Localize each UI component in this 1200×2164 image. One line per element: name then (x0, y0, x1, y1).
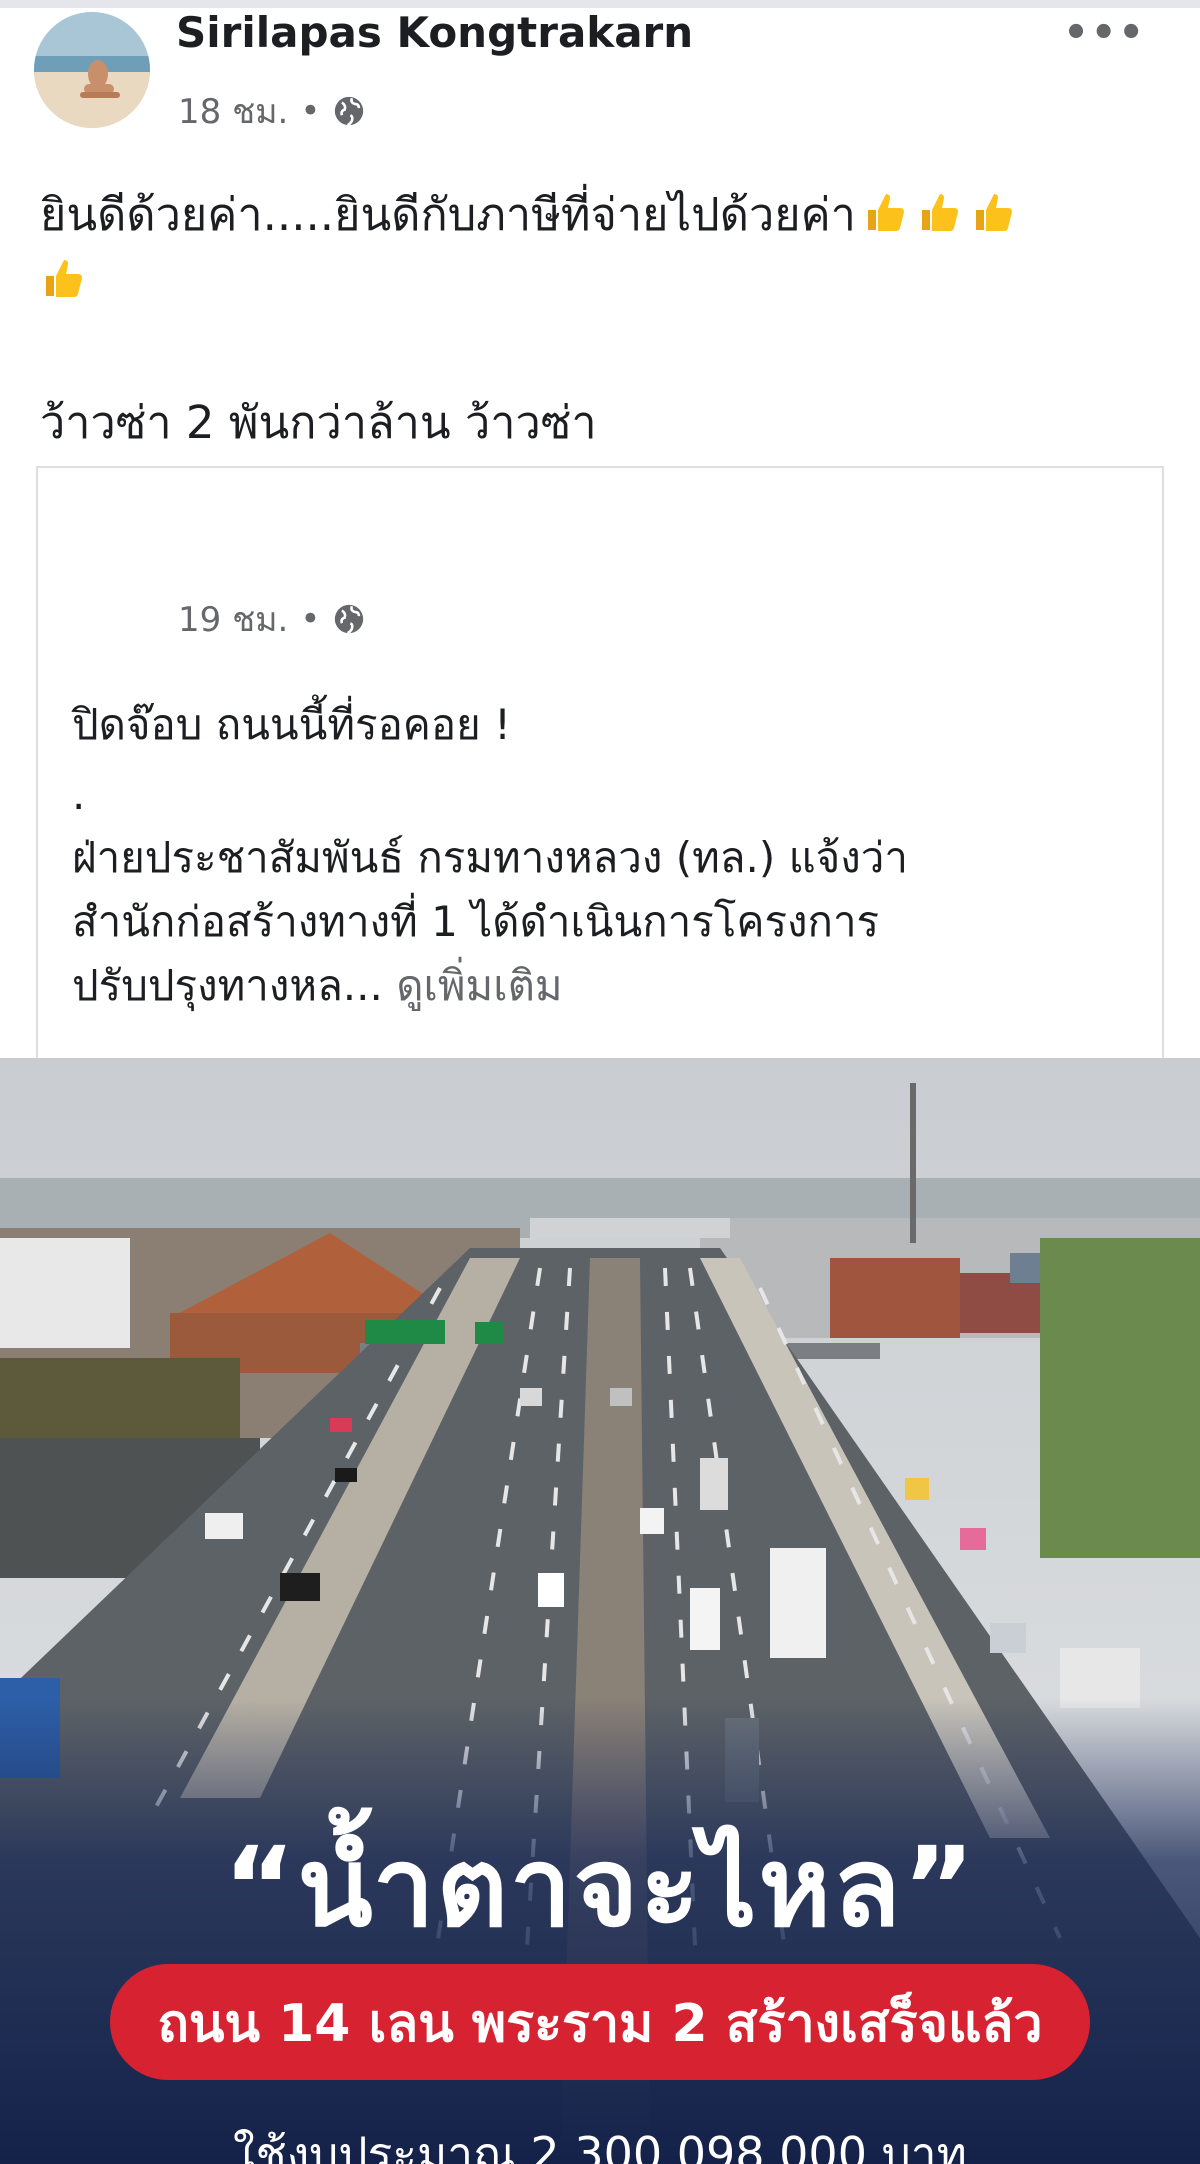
thumbs-up-emoji (40, 254, 88, 302)
image-highlight-text: ถนน 14 เลน พระราม 2 สร้างเสร็จแล้ว (157, 1993, 1043, 2054)
shared-post-body: ฝ่ายประชาสัมพันธ์ กรมทางหลวง (ทล.) แจ้งว… (72, 826, 1132, 1018)
image-headline: “น้ำตาจะไหล” (223, 1823, 977, 1951)
image-budget-text: ใช้งบประมาณ 2,300,098,000 บาท (233, 2127, 967, 2164)
globe-icon[interactable] (332, 94, 366, 128)
shared-body-line1: ฝ่ายประชาสัมพันธ์ กรมทางหลวง (ทล.) แจ้งว… (72, 833, 908, 882)
post-author-name[interactable]: Sirilapas Kongtrakarn (176, 8, 693, 57)
post-message: ยินดีด้วยค่า.....ยินดีกับภาษีที่จ่ายไปด้… (40, 182, 1170, 314)
thumbs-up-emoji (862, 188, 910, 236)
shared-post-meta: 19 ชม. • (178, 592, 366, 646)
globe-icon[interactable] (332, 602, 366, 636)
image-highlight-banner: ถนน 14 เลน พระราม 2 สร้างเสร็จแล้ว (110, 1964, 1090, 2080)
shared-body-line3: ปรับปรุงทางหล... (72, 961, 383, 1010)
more-options-icon[interactable]: ••• (1063, 10, 1146, 56)
see-more-link[interactable]: ดูเพิ่มเติม (396, 961, 562, 1010)
avatar-image (34, 12, 150, 128)
post-message-line1: ยินดีด้วยค่า.....ยินดีกับภาษีที่จ่ายไปด้… (40, 188, 856, 241)
shared-post-dot: . (72, 770, 86, 819)
post-timestamp[interactable]: 18 ชม. (178, 84, 288, 138)
meta-separator: • (300, 599, 321, 639)
thumbs-up-emoji (970, 188, 1018, 236)
post-meta: 18 ชม. • (178, 84, 366, 138)
post-message-line2: ว้าวซ่า 2 พันกว่าล้าน ว้าวซ่า (40, 396, 597, 449)
avatar[interactable] (34, 12, 150, 128)
shared-body-line3-wrap: ปรับปรุงทางหล... ดูเพิ่มเติม (72, 954, 1132, 1018)
shared-post-title: ปิดจ๊อบ ถนนนี้ที่รอคอย ! (72, 700, 511, 749)
meta-separator: • (300, 91, 321, 131)
top-divider (0, 0, 1200, 8)
thumbs-up-emoji (916, 188, 964, 236)
shared-post-timestamp[interactable]: 19 ชม. (178, 592, 288, 646)
shared-body-line2: สำนักก่อสร้างทางที่ 1 ได้ดำเนินการโครงกา… (72, 897, 880, 946)
